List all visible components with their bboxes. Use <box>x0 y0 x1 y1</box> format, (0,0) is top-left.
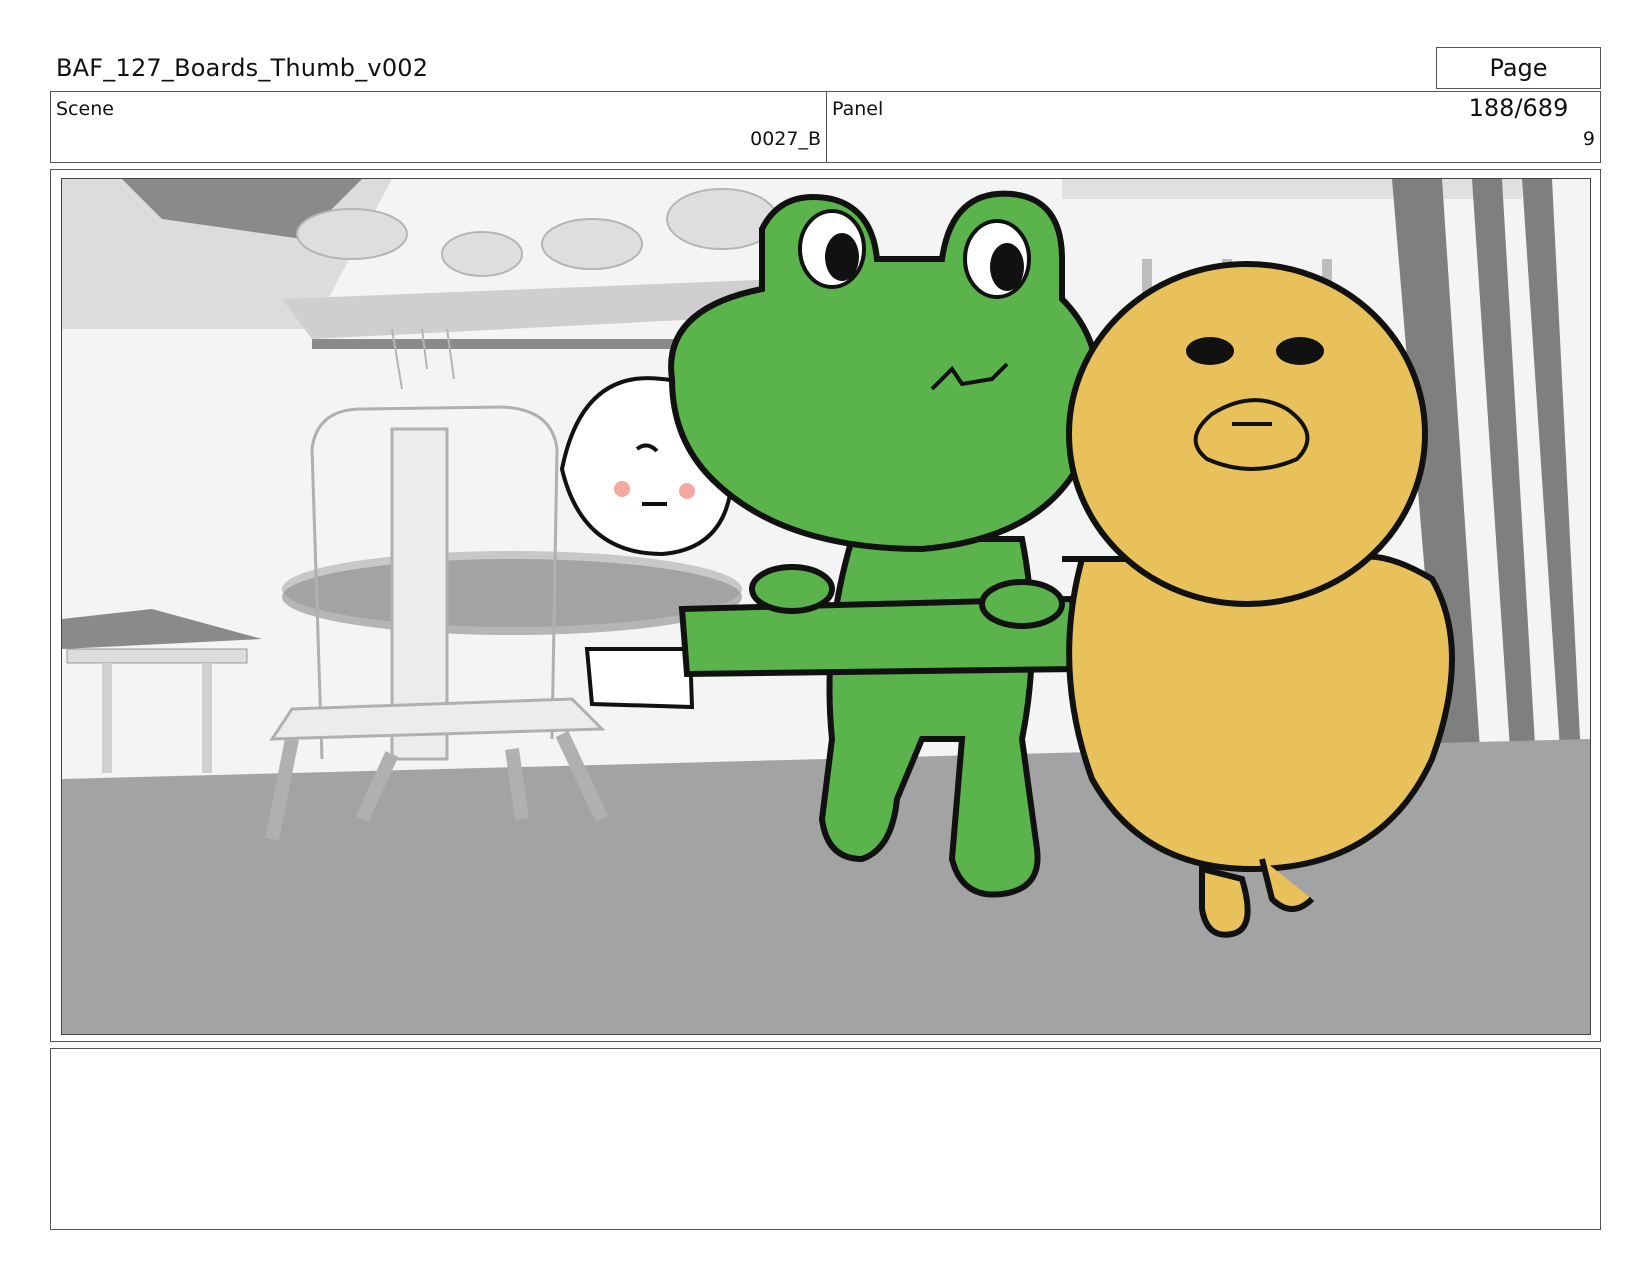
notes-box <box>50 1048 1601 1230</box>
scene-cell: Scene 0027_B <box>51 92 827 162</box>
storyboard-illustration <box>62 179 1590 1034</box>
page-counter: Page 188/689 <box>1436 47 1601 122</box>
scene-label: Scene <box>56 98 114 120</box>
panel-cell: Panel 9 <box>827 92 1600 162</box>
panel-value: 9 <box>1582 128 1595 150</box>
scene-panel-info: Scene 0027_B Panel 9 <box>50 91 1601 163</box>
scene-value: 0027_B <box>750 128 821 150</box>
panel-label: Panel <box>832 98 884 120</box>
document-title: BAF_127_Boards_Thumb_v002 <box>56 54 429 82</box>
storyboard-frame <box>61 178 1591 1035</box>
